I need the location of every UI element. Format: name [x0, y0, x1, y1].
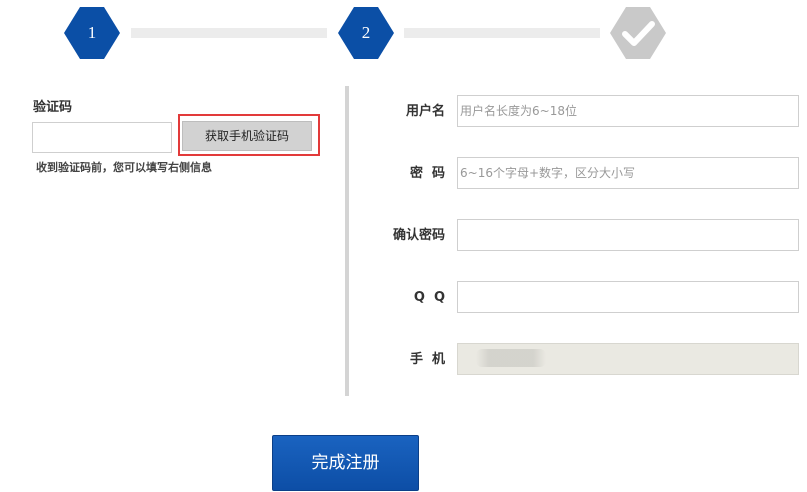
qq-row: Q Q	[370, 281, 800, 315]
step-connector-2	[404, 28, 600, 38]
qq-input[interactable]	[457, 281, 799, 313]
verification-panel: 验证码 获取手机验证码 收到验证码前，您可以填写右侧信息	[0, 80, 345, 400]
panel-divider	[345, 86, 349, 396]
qq-label: Q Q	[413, 290, 445, 305]
password-input[interactable]: 6~16个字母+数字，区分大小写	[457, 157, 799, 189]
complete-registration-button[interactable]: 完成注册	[272, 435, 419, 491]
step-2-number: 2	[361, 23, 371, 42]
step-1: 1	[62, 3, 122, 63]
verification-hint: 收到验证码前，您可以填写右侧信息	[36, 161, 212, 174]
verification-code-title: 验证码	[33, 100, 73, 115]
username-label: 用户名	[405, 104, 445, 119]
username-row: 用户名 用户名长度为6~18位	[370, 95, 800, 129]
phone-label: 手 机	[409, 352, 445, 367]
confirm-password-input[interactable]	[457, 219, 799, 251]
password-row: 密 码 6~16个字母+数字，区分大小写	[370, 157, 800, 191]
confirm-password-label: 确认密码	[392, 228, 445, 243]
step-3-diamond-icon	[610, 7, 666, 59]
registration-stepper: 1 2	[0, 0, 807, 70]
username-input[interactable]: 用户名长度为6~18位	[457, 95, 799, 127]
phone-number-blur	[476, 349, 546, 367]
step-3	[608, 3, 668, 63]
password-label: 密 码	[409, 166, 445, 181]
get-sms-code-button[interactable]: 获取手机验证码	[182, 121, 312, 151]
step-1-number: 1	[87, 23, 97, 42]
confirm-password-row: 确认密码	[370, 219, 800, 253]
step-2: 2	[336, 3, 396, 63]
verification-code-input[interactable]	[32, 122, 172, 153]
phone-row: 手 机	[370, 343, 800, 377]
phone-input	[457, 343, 799, 375]
step-connector-1	[131, 28, 327, 38]
